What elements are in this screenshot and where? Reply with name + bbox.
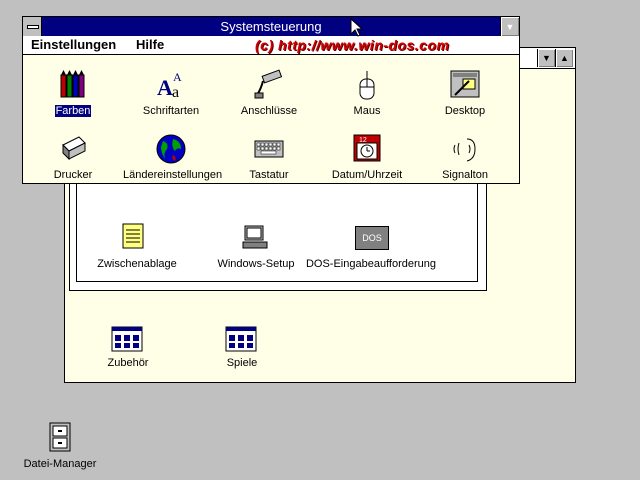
system-menu-icon bbox=[27, 25, 39, 29]
cp-item-drucker[interactable]: Drucker bbox=[25, 133, 121, 189]
clipboard-icon bbox=[122, 223, 144, 249]
file-cabinet-icon bbox=[49, 422, 71, 452]
windows-setup-label: Windows-Setup bbox=[217, 258, 295, 270]
dos-prompt-label: DOS-Eingabeaufforderung bbox=[305, 258, 437, 270]
cp-item-tastatur[interactable]: Tastatur bbox=[221, 133, 317, 189]
setup-icon bbox=[242, 225, 268, 249]
group-label-zubehoer: Zubehör bbox=[107, 357, 149, 369]
cp-label-laendereinstellungen: Ländereinstellungen bbox=[123, 169, 223, 181]
color-pencils-icon bbox=[60, 70, 85, 98]
scroll-down-button[interactable]: ▼ bbox=[537, 49, 555, 67]
cp-item-laendereinstellungen[interactable]: Ländereinstellungen bbox=[123, 133, 223, 189]
svg-text:A: A bbox=[157, 75, 173, 100]
window-title: Systemsteuerung bbox=[220, 19, 322, 34]
menu-bar: Einstellungen Hilfe (c) http://www.win-d… bbox=[23, 36, 519, 55]
clipboard-label: Zwischenablage bbox=[97, 258, 177, 270]
keyboard-icon bbox=[254, 140, 284, 158]
svg-text:a: a bbox=[172, 84, 179, 101]
ports-icon bbox=[254, 69, 283, 99]
cp-label-schriftarten: Schriftarten bbox=[142, 105, 200, 117]
menu-einstellungen[interactable]: Einstellungen bbox=[31, 37, 116, 53]
cp-label-desktop: Desktop bbox=[444, 105, 486, 117]
cp-item-maus[interactable]: Maus bbox=[319, 69, 415, 125]
control-panel-window[interactable]: Systemsteuerung ▼ Einstellungen Hilfe (c… bbox=[22, 16, 520, 184]
desktop: { "control_panel": { "title": "Systemste… bbox=[0, 0, 640, 480]
cp-label-tastatur: Tastatur bbox=[249, 169, 289, 181]
cp-label-datum-uhrzeit: Datum/Uhrzeit bbox=[331, 169, 403, 181]
program-group-icon bbox=[111, 326, 143, 352]
cp-label-signalton: Signalton bbox=[442, 169, 488, 181]
cp-item-desktop[interactable]: Desktop bbox=[417, 69, 513, 125]
cp-item-farben[interactable]: Farben bbox=[25, 69, 121, 125]
minimize-button[interactable]: ▼ bbox=[500, 17, 519, 36]
cp-item-schriftarten[interactable]: A a A Schriftarten bbox=[123, 69, 219, 125]
mouse-cursor-icon bbox=[350, 18, 364, 37]
cp-item-signalton[interactable]: Signalton bbox=[417, 133, 513, 189]
group-label-spiele: Spiele bbox=[226, 357, 258, 369]
svg-text:A: A bbox=[173, 70, 182, 84]
menu-hilfe[interactable]: Hilfe bbox=[136, 37, 164, 53]
arrow-up-icon: ▲ bbox=[560, 53, 569, 63]
clipboard-program-item[interactable]: Zwischenablage bbox=[77, 222, 197, 274]
selected-label: Farben bbox=[54, 105, 92, 117]
sound-icon bbox=[453, 138, 476, 162]
windows-setup-program-item[interactable]: Windows-Setup bbox=[201, 222, 311, 274]
mouse-icon bbox=[359, 70, 375, 100]
desktop-icon bbox=[450, 70, 480, 98]
desktop-icon-datei-manager[interactable]: Datei-Manager bbox=[20, 422, 100, 474]
dos-icon: DOS bbox=[355, 226, 389, 250]
cp-item-anschluesse[interactable]: Anschlüsse bbox=[221, 69, 317, 125]
printer-icon bbox=[62, 136, 86, 161]
cp-label-farben: Farben bbox=[25, 105, 121, 117]
group-icon-zubehoer[interactable]: Zubehör bbox=[101, 326, 155, 376]
arrow-down-icon: ▼ bbox=[505, 21, 515, 32]
group-icon-spiele[interactable]: Spiele bbox=[215, 326, 269, 376]
cp-label-drucker: Drucker bbox=[53, 169, 93, 181]
arrow-down-icon: ▼ bbox=[542, 53, 551, 63]
watermark-text: (c) http://www.win-dos.com bbox=[255, 37, 450, 53]
program-group-icon bbox=[225, 326, 257, 352]
svg-text:12: 12 bbox=[359, 137, 367, 144]
scroll-up-button[interactable]: ▲ bbox=[555, 49, 573, 67]
control-panel-titlebar[interactable]: Systemsteuerung ▼ bbox=[23, 17, 519, 37]
cp-label-maus: Maus bbox=[353, 105, 381, 117]
datei-manager-label: Datei-Manager bbox=[23, 458, 97, 470]
calendar-clock-icon: 12 bbox=[353, 134, 381, 162]
globe-icon bbox=[156, 134, 186, 164]
fonts-icon: A a A bbox=[157, 70, 182, 101]
cp-item-datum-uhrzeit[interactable]: 12 Datum/Uhrzeit bbox=[319, 133, 415, 189]
dos-prompt-program-item[interactable]: DOS DOS-Eingabeaufforderung bbox=[303, 222, 439, 274]
cp-label-anschluesse: Anschlüsse bbox=[240, 105, 298, 117]
system-menu-button[interactable] bbox=[23, 17, 42, 36]
